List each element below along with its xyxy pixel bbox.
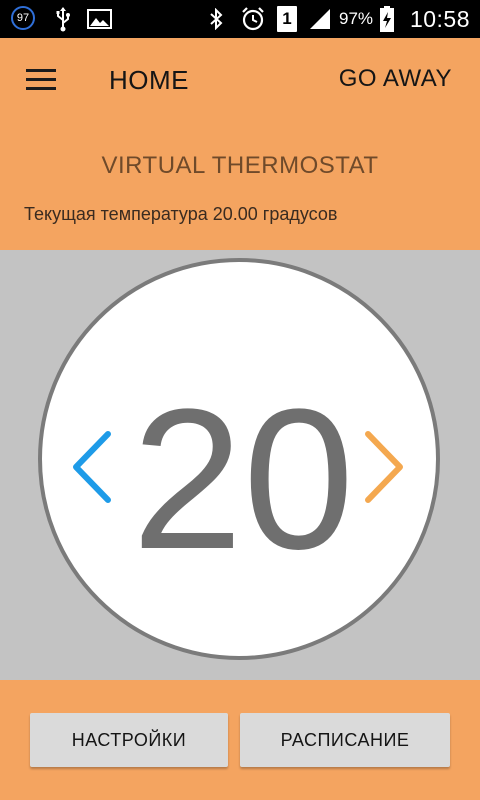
app-bar: HOME GO AWAY (0, 38, 480, 122)
go-away-button[interactable]: GO AWAY (339, 65, 452, 93)
sim-slot-number: 1 (277, 6, 297, 32)
settings-button[interactable]: НАСТРОЙКИ (30, 713, 228, 767)
thermostat-header: VIRTUAL THERMOSTAT Текущая температура 2… (0, 122, 480, 250)
page-title: HOME (109, 65, 189, 95)
alarm-icon (239, 0, 267, 38)
signal-icon (307, 0, 333, 38)
increase-temperature-button[interactable] (360, 422, 410, 512)
notification-count: 97 (16, 12, 30, 24)
chevron-left-icon (73, 431, 111, 503)
temperature-dial: 20 (38, 258, 440, 660)
status-bar: 97 1 97% 10:58 (0, 0, 480, 38)
notification-badge-icon: 97 (11, 6, 35, 30)
dial-area: 20 (0, 250, 480, 680)
thermostat-title: VIRTUAL THERMOSTAT (101, 152, 379, 179)
hamburger-menu-icon[interactable] (26, 69, 56, 91)
current-temperature-text: Текущая температура 20.00 градусов (24, 204, 338, 224)
battery-charging-icon (378, 0, 396, 38)
chevron-right-icon (365, 431, 403, 503)
footer-bar: НАСТРОЙКИ РАСПИСАНИЕ (0, 680, 480, 800)
battery-percent: 97% (339, 9, 374, 28)
decrease-temperature-button[interactable] (66, 422, 116, 512)
usb-icon (52, 0, 74, 38)
sim-icon: 1 (276, 0, 298, 38)
clock-time: 10:58 (409, 5, 470, 32)
bluetooth-icon (206, 0, 226, 38)
image-icon (86, 0, 112, 38)
schedule-button[interactable]: РАСПИСАНИЕ (240, 713, 450, 767)
